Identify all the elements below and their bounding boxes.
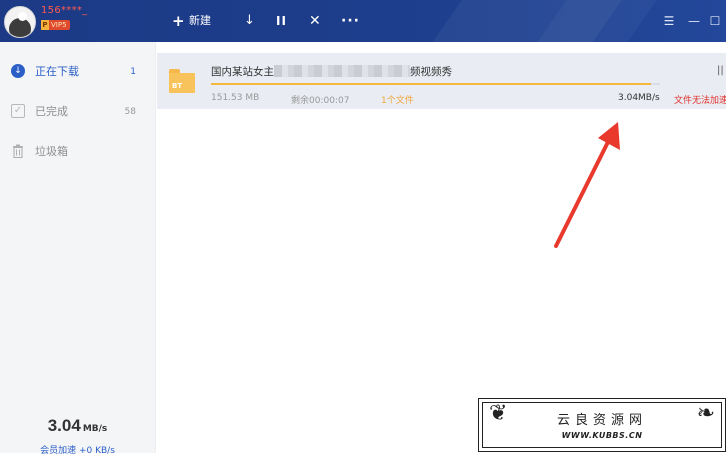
download-name-prefix: 国内某站女主 <box>211 66 274 78</box>
status-text: 文件无法加速 <box>674 96 726 106</box>
download-name-suffix: 频视频秀 <box>410 66 452 78</box>
total-speed: 3.04 MB/s <box>0 416 155 436</box>
sidebar-item-trash[interactable]: 垃圾箱 <box>0 132 155 172</box>
vip-badge-icon: P <box>41 20 49 30</box>
vip-badge[interactable]: P VIP5 <box>41 20 70 30</box>
progress-bar <box>211 83 660 85</box>
sidebar-item-label: 垃圾箱 <box>35 145 68 158</box>
vip-badge-label: VIP5 <box>51 21 67 29</box>
avatar[interactable] <box>4 6 36 38</box>
username[interactable]: 156****_ <box>41 5 88 16</box>
pause-icon[interactable]: II <box>276 11 287 31</box>
sidebar: ↓ 正在下载 1 ✓ 已完成 58 垃圾箱 3.04 MB/s 会员加速 +0 K… <box>0 42 156 456</box>
file-size: 151.53 MB <box>211 93 260 103</box>
sidebar-item-completed[interactable]: ✓ 已完成 58 <box>0 92 155 132</box>
check-box-icon: ✓ <box>11 104 25 118</box>
pause-icon[interactable]: || <box>717 65 724 76</box>
more-icon[interactable]: ··· <box>341 11 360 31</box>
title-bar: 156****_ P VIP5 + 新建 ↓ II ✕ ··· ☰ — ☐ <box>0 0 726 42</box>
redacted-blur <box>274 65 410 77</box>
sidebar-item-downloading[interactable]: ↓ 正在下载 1 <box>0 52 155 92</box>
bt-label: BT <box>172 82 183 90</box>
menu-icon[interactable]: ☰ <box>660 11 678 31</box>
download-name: 国内某站女主 频视频秀 <box>211 64 452 79</box>
file-count-link[interactable]: 1个文件 <box>381 93 414 106</box>
red-arrow-annotation <box>554 122 620 248</box>
time-remaining: 剩余00:00:07 <box>291 96 350 106</box>
plus-icon[interactable]: + <box>172 11 185 31</box>
avatar-shape <box>9 18 31 37</box>
progress-fill <box>211 83 652 85</box>
member-speed-link[interactable]: 会员加速 +0 KB/s <box>0 443 155 456</box>
sidebar-item-label: 已完成 <box>35 105 68 118</box>
watermark: ❦ ❧ 云良资源网 WWW.KUBBS.CN <box>478 398 726 452</box>
watermark-url: WWW.KUBBS.CN <box>561 431 643 440</box>
download-row[interactable]: BT 国内某站女主 频视频秀 151.53 MB 剩余00:00:07 1个文件 … <box>157 53 726 109</box>
maximize-icon[interactable]: ☐ <box>706 11 724 31</box>
speed-value: 3.04 <box>47 416 81 435</box>
bt-folder-icon: BT <box>169 69 195 93</box>
sidebar-item-count: 58 <box>124 107 136 117</box>
delete-icon[interactable]: ✕ <box>309 11 321 31</box>
watermark-title: 云良资源网 <box>556 413 647 428</box>
download-rate: 3.04MB/s <box>618 93 660 103</box>
download-icon[interactable]: ↓ <box>244 11 255 31</box>
sidebar-item-count: 1 <box>130 67 136 77</box>
avatar-shape <box>18 12 27 21</box>
trash-icon <box>13 144 23 158</box>
minimize-icon[interactable]: — <box>685 11 703 31</box>
speed-unit: MB/s <box>82 424 108 434</box>
new-task-button[interactable]: 新建 <box>189 11 211 31</box>
sidebar-item-label: 正在下载 <box>35 65 79 78</box>
download-circle-icon: ↓ <box>11 64 25 78</box>
